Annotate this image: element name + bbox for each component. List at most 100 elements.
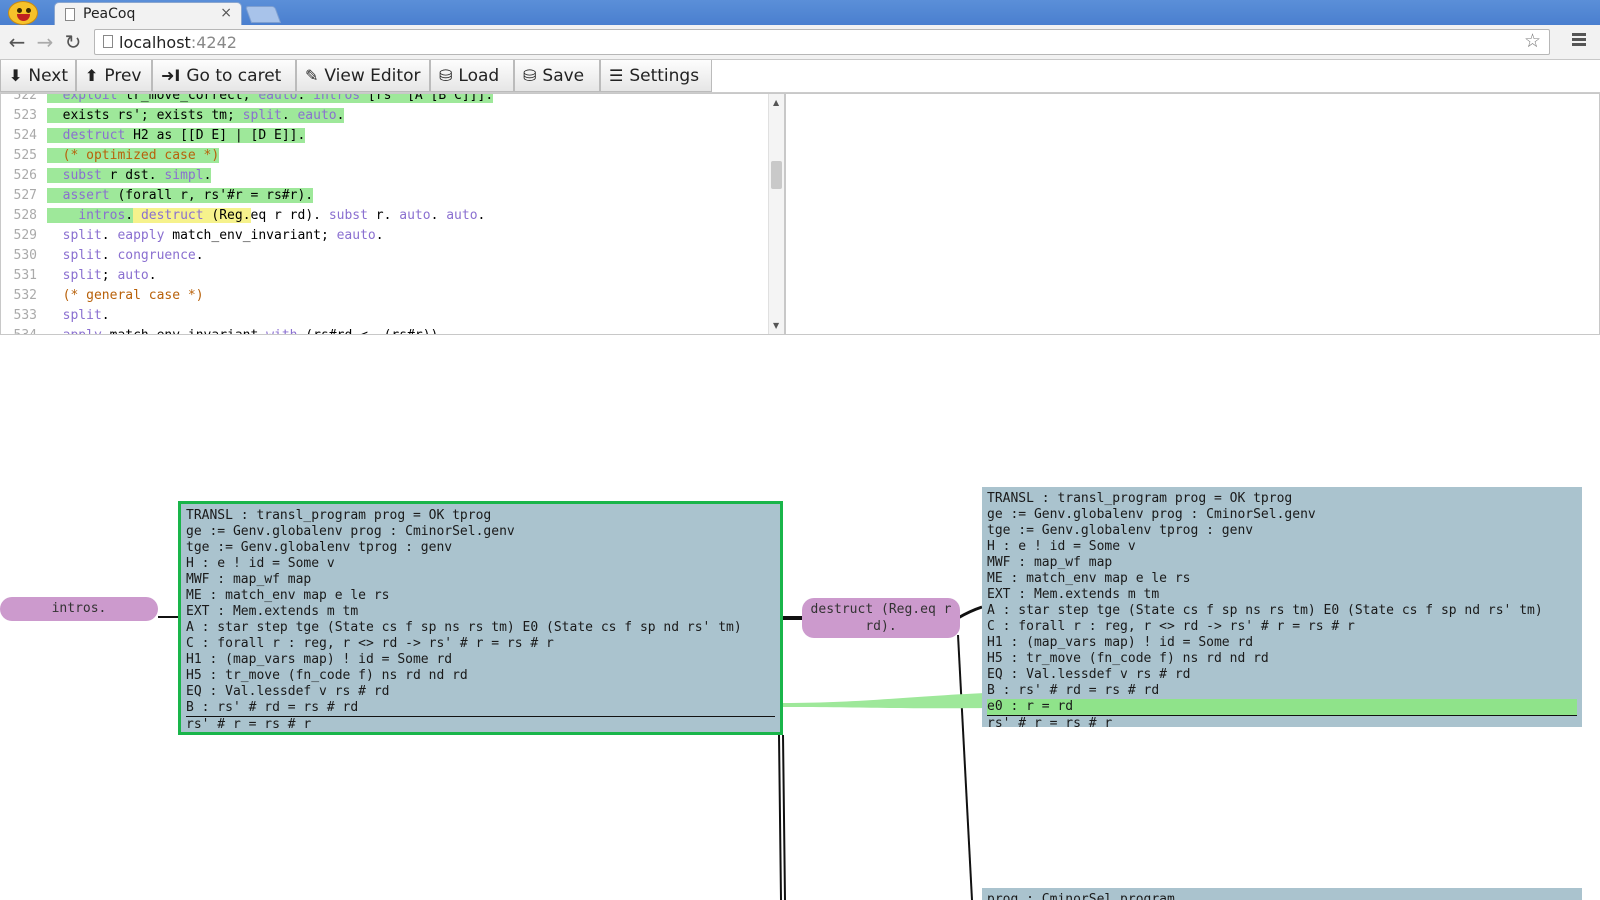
code-line[interactable]: 531 split; auto. bbox=[1, 266, 493, 286]
view-editor-button[interactable]: ✎ View Editor bbox=[296, 60, 430, 92]
edge-goal-down bbox=[778, 734, 786, 900]
scroll-thumb[interactable] bbox=[771, 161, 782, 189]
go-to-caret-button[interactable]: ➜I Go to caret bbox=[152, 60, 296, 92]
hypothesis: H : e ! id = Some v bbox=[186, 556, 335, 571]
save-icon: ⛁ bbox=[523, 66, 537, 85]
goal-node-right[interactable]: TRANSL : transl_program prog = OK tprog g… bbox=[982, 487, 1582, 731]
code-line[interactable]: 529 split. eapply match_env_invariant; e… bbox=[1, 226, 493, 246]
browser-tab[interactable]: PeaCoq × bbox=[54, 2, 242, 25]
code-text: split. congruence. bbox=[62, 248, 204, 263]
code-lines: 522 exploit tr_move_correct; eauto. intr… bbox=[1, 94, 494, 334]
code-line[interactable]: 526 subst r dst. simpl. bbox=[1, 166, 493, 186]
tab-title: PeaCoq bbox=[83, 6, 136, 22]
next-button[interactable]: ⬇ Next bbox=[0, 60, 76, 92]
hypothesis: EQ : Val.lessdef v rs # rd bbox=[186, 684, 390, 699]
goal-node-focused[interactable]: TRANSL : transl_program prog = OK tprog g… bbox=[178, 501, 783, 735]
load-button[interactable]: ⛁ Load bbox=[430, 60, 514, 92]
browser-navbar: ← → ↻ localhost:4242 ☆ bbox=[0, 25, 1600, 60]
code-line[interactable]: 524 destruct H2 as [[D E] | [D E]]. bbox=[1, 126, 493, 146]
code-text: split. bbox=[62, 308, 110, 323]
code-text: apply match_env_invariant with (rs#rd <-… bbox=[41, 326, 447, 334]
prev-button[interactable]: ⬆ Prev bbox=[76, 60, 152, 92]
edit-icon: ✎ bbox=[305, 66, 319, 85]
line-number: 530 bbox=[13, 248, 37, 263]
settings-button[interactable]: ☰ Settings bbox=[600, 60, 712, 92]
browser-menu-icon[interactable] bbox=[1572, 33, 1586, 47]
code-line[interactable]: 534 apply match_env_invariant with (rs#r… bbox=[1, 326, 493, 334]
goal-conclusion: rs' # r = rs # r bbox=[186, 716, 775, 732]
edge-destruct-to-goal-right bbox=[957, 605, 983, 620]
code-line[interactable]: 532 (* general case *) bbox=[1, 286, 493, 306]
tactic-node-destruct[interactable]: destruct (Reg.eq r rd). bbox=[802, 598, 960, 638]
code-line[interactable]: 527 assert (forall r, rs'#r = rs#r). bbox=[1, 186, 493, 206]
hypothesis: H : e ! id = Some v bbox=[987, 539, 1136, 554]
arrow-down-icon: ⬇ bbox=[9, 66, 23, 85]
code-text: exploit tr_move_correct; eauto. intros [… bbox=[41, 94, 494, 106]
line-number: 531 bbox=[13, 268, 37, 283]
hypothesis: EQ : Val.lessdef v rs # rd bbox=[987, 667, 1191, 682]
hypothesis: tge := Genv.globalenv tprog : genv bbox=[186, 540, 453, 555]
hypothesis: ge := Genv.globalenv prog : CminorSel.ge… bbox=[987, 507, 1316, 522]
code-line[interactable]: 530 split. congruence. bbox=[1, 246, 493, 266]
editor-scrollbar[interactable]: ▲ ▼ bbox=[768, 94, 784, 334]
goal-conclusion: rs' # r = rs # r bbox=[987, 715, 1577, 731]
hypothesis: tge := Genv.globalenv tprog : genv bbox=[987, 523, 1254, 538]
bookmark-star-icon[interactable]: ☆ bbox=[1524, 30, 1541, 52]
line-number: 533 bbox=[13, 308, 37, 323]
line-number: 527 bbox=[13, 188, 37, 203]
hypothesis: MWF : map_wf map bbox=[186, 572, 312, 587]
hypothesis: B : rs' # rd = rs # rd bbox=[987, 683, 1160, 698]
hypothesis: C : forall r : reg, r <> rd -> rs' # r =… bbox=[186, 636, 554, 651]
browser-tabstrip: PeaCoq × bbox=[0, 0, 1600, 25]
reload-icon[interactable]: ↻ bbox=[62, 30, 84, 54]
code-editor[interactable]: 522 exploit tr_move_correct; eauto. intr… bbox=[0, 93, 785, 335]
scroll-down-icon[interactable]: ▼ bbox=[773, 321, 779, 330]
code-line[interactable]: 528 intros. destruct (Reg.eq r rd). subs… bbox=[1, 206, 493, 226]
hypothesis: ME : match_env map e le rs bbox=[987, 571, 1191, 586]
hypothesis: EXT : Mem.extends m tm bbox=[186, 604, 359, 619]
new-tab-button[interactable] bbox=[244, 6, 282, 23]
goal-node-bottom[interactable]: prog : CminorSel.program bbox=[982, 888, 1582, 900]
line-number: 532 bbox=[13, 288, 37, 303]
line-number: 523 bbox=[13, 108, 37, 123]
peacoq-logo-icon[interactable] bbox=[8, 1, 38, 25]
code-text: (* optimized case *) bbox=[47, 148, 220, 163]
hypothesis: ge := Genv.globalenv prog : CminorSel.ge… bbox=[186, 524, 515, 539]
code-text: intros. destruct (Reg.eq r rd). subst r.… bbox=[41, 206, 485, 226]
hypothesis: MWF : map_wf map bbox=[987, 555, 1113, 570]
back-arrow-icon[interactable]: ← bbox=[6, 30, 28, 54]
code-text: (* general case *) bbox=[47, 288, 204, 303]
line-number: 524 bbox=[13, 128, 37, 143]
line-number: 529 bbox=[13, 228, 37, 243]
tab-close-icon[interactable]: × bbox=[220, 5, 232, 21]
line-number: 528 bbox=[13, 208, 37, 223]
hypothesis: EXT : Mem.extends m tm bbox=[987, 587, 1160, 602]
edge-destruct-to-goal-bottom bbox=[957, 634, 973, 900]
line-number: 534 bbox=[1, 326, 41, 334]
code-line[interactable]: 525 (* optimized case *) bbox=[1, 146, 493, 166]
code-line[interactable]: 533 split. bbox=[1, 306, 493, 326]
tactic-node-intros[interactable]: intros. bbox=[0, 597, 158, 621]
code-text: exists rs'; exists tm; split. eauto. bbox=[47, 108, 345, 123]
save-button[interactable]: ⛁ Save bbox=[514, 60, 600, 92]
proof-tree[interactable]: intros. TRANSL : transl_program prog = O… bbox=[0, 335, 1600, 900]
page-icon bbox=[103, 35, 113, 48]
code-line[interactable]: 523 exists rs'; exists tm; split. eauto. bbox=[1, 106, 493, 126]
hypothesis: TRANSL : transl_program prog = OK tprog bbox=[987, 491, 1293, 506]
address-bar[interactable]: localhost:4242 ☆ bbox=[94, 29, 1550, 55]
code-text: split; auto. bbox=[62, 268, 157, 283]
hypothesis: e0 : r = rd bbox=[987, 699, 1577, 715]
url-text: localhost:4242 bbox=[119, 33, 237, 52]
code-line[interactable]: 522 exploit tr_move_correct; eauto. intr… bbox=[1, 94, 494, 106]
code-text: destruct H2 as [[D E] | [D E]]. bbox=[41, 126, 306, 146]
hypothesis: H1 : (map_vars map) ! id = Some rd bbox=[186, 652, 453, 667]
hyp-diff-link bbox=[783, 693, 985, 709]
forward-arrow-icon[interactable]: → bbox=[34, 30, 56, 54]
load-icon: ⛁ bbox=[439, 66, 453, 85]
code-text: subst r dst. simpl. bbox=[41, 166, 212, 186]
scroll-up-icon[interactable]: ▲ bbox=[773, 98, 779, 107]
line-number: 526 bbox=[13, 168, 37, 183]
hypothesis: H5 : tr_move (fn_code f) ns rd nd rd bbox=[987, 651, 1269, 666]
hypothesis: H1 : (map_vars map) ! id = Some rd bbox=[987, 635, 1254, 650]
hypothesis: C : forall r : reg, r <> rd -> rs' # r =… bbox=[987, 619, 1355, 634]
